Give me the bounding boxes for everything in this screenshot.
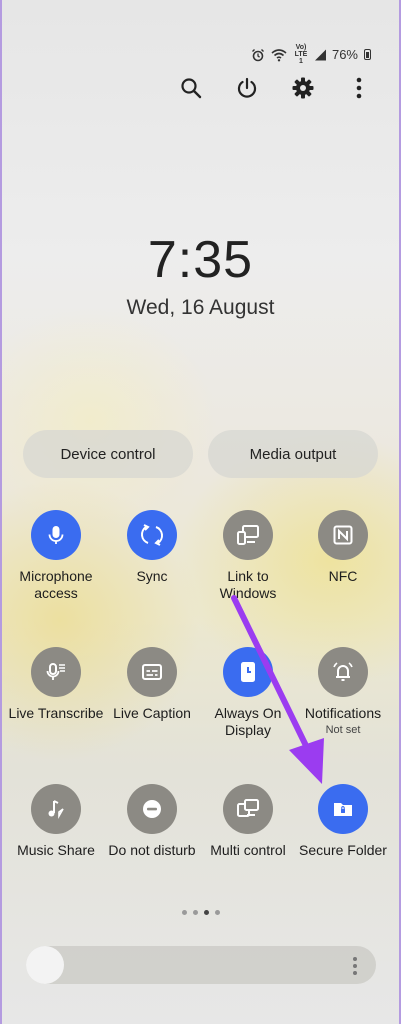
tile-live-caption[interactable]: Live Caption (104, 647, 200, 722)
clock-date: Wed, 16 August (126, 296, 275, 319)
tile-always-on-display-circle (223, 647, 273, 697)
brightness-slider[interactable] (26, 946, 376, 984)
sync-icon (141, 524, 163, 546)
tile-link-to-windows-circle (223, 510, 273, 560)
tile-sync-circle (127, 510, 177, 560)
do-not-disturb-icon (143, 800, 161, 818)
tile-multi-control[interactable]: Multi control (200, 784, 296, 859)
tile-label: Always On Display (214, 705, 282, 738)
tile-label: Microphone access (19, 568, 93, 601)
microphone-icon (48, 526, 64, 544)
settings-button[interactable] (291, 74, 315, 102)
media-output-button[interactable]: Media output (208, 430, 378, 478)
power-button[interactable] (235, 74, 259, 102)
music-share-icon (48, 800, 64, 820)
live-caption-icon (142, 664, 162, 680)
frame-border-left (0, 0, 2, 1024)
tile-secure-folder[interactable]: Secure Folder (295, 784, 391, 859)
signal-icon (314, 49, 326, 60)
device-control-button[interactable]: Device control (23, 430, 193, 478)
page-dot-active[interactable] (204, 910, 209, 915)
page-indicator (182, 910, 220, 915)
tile-microphone-access-circle (31, 510, 81, 560)
alarm-icon (251, 48, 264, 61)
tile-secure-folder-circle (318, 784, 368, 834)
tile-label: Live Transcribe (8, 705, 104, 721)
tile-label: Link to Windows (219, 568, 277, 601)
power-icon (237, 77, 257, 98)
tile-live-caption-circle (127, 647, 177, 697)
always-on-display-icon (241, 662, 255, 682)
tile-live-transcribe-circle (31, 647, 81, 697)
page-dot[interactable] (182, 910, 187, 915)
network-type: Vo) LTE1 (294, 44, 308, 65)
tile-notifications-circle (318, 647, 368, 697)
tile-multi-control-circle (223, 784, 273, 834)
tile-nfc-circle (318, 510, 368, 560)
nfc-icon (333, 525, 353, 545)
gear-icon (292, 77, 314, 99)
battery-percent: 76% (331, 47, 358, 62)
tile-label: Sync (136, 568, 168, 584)
more-options-button[interactable] (347, 74, 371, 102)
tile-label: NFC (328, 568, 358, 584)
status-bar: Vo) LTE1 76% (251, 44, 371, 65)
secure-folder-icon (334, 803, 352, 816)
link-to-windows-icon (237, 525, 259, 545)
tile-label: Notifications (304, 705, 382, 721)
tile-live-transcribe[interactable]: Live Transcribe (8, 647, 104, 722)
wifi-icon (271, 48, 287, 61)
tile-label: Multi control (210, 842, 286, 858)
page-dot[interactable] (193, 910, 198, 915)
battery-icon (364, 49, 371, 60)
tile-do-not-disturb[interactable]: Do not disturb (104, 784, 200, 859)
tile-label: Secure Folder (299, 842, 387, 858)
notifications-icon (333, 662, 353, 681)
tile-label: Music Share (17, 842, 95, 858)
clock-time: 7:35 (147, 231, 254, 289)
search-icon (181, 78, 202, 99)
tile-label: Live Caption (113, 705, 191, 721)
tile-always-on-display[interactable]: Always On Display (200, 647, 296, 739)
multi-control-icon (237, 799, 259, 817)
more-vertical-icon[interactable] (352, 956, 358, 976)
tile-sync[interactable]: Sync (104, 510, 200, 585)
tile-music-share-circle (31, 784, 81, 834)
panel-toolbar (179, 74, 371, 102)
tile-sublabel: Not set (325, 724, 361, 736)
tile-do-not-disturb-circle (127, 784, 177, 834)
page-dot[interactable] (215, 910, 220, 915)
tile-music-share[interactable]: Music Share (8, 784, 104, 859)
tile-microphone-access[interactable]: Microphone access (8, 510, 104, 602)
more-vertical-icon (356, 77, 362, 99)
tile-label: Do not disturb (108, 842, 196, 858)
live-transcribe-icon (46, 663, 65, 680)
tile-notifications[interactable]: Notifications Not set (295, 647, 391, 736)
brightness-fill (26, 946, 64, 984)
tile-link-to-windows[interactable]: Link to Windows (200, 510, 296, 602)
search-button[interactable] (179, 74, 203, 102)
tile-nfc[interactable]: NFC (295, 510, 391, 585)
